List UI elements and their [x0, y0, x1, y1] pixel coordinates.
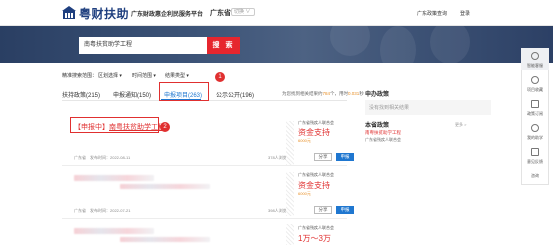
card-tag: 广东省残疾人联合会: [298, 120, 334, 125]
filter-time[interactable]: 时间范围 ▾: [132, 72, 156, 79]
clock-icon[interactable]: [531, 76, 539, 84]
policy-query-link[interactable]: 广东政策查询: [417, 10, 447, 17]
card-tag: 广东省残疾人联合会: [298, 172, 334, 177]
banner-decoration: [330, 26, 370, 56]
card-heading: 1万～3万: [298, 234, 331, 243]
settings-icon[interactable]: [531, 124, 539, 132]
logo-text[interactable]: 粤财扶助: [79, 5, 129, 22]
panel-title-local: 本省政策: [365, 123, 390, 129]
side-rail-label[interactable]: 意见反馈: [521, 159, 549, 165]
result-divider: [62, 165, 347, 166]
login-link[interactable]: 登录: [460, 10, 470, 17]
side-rail-label[interactable]: 咨询: [521, 173, 549, 179]
side-rail-label[interactable]: 智能客服: [521, 63, 549, 69]
result-dept: 广东省: [74, 208, 86, 213]
side-rail-label[interactable]: 政策订阅: [521, 111, 549, 117]
result-divider: [62, 218, 347, 219]
card-pattern: [286, 121, 294, 165]
province-label: 广东省: [210, 10, 231, 17]
result-dept: 广东省: [74, 155, 86, 160]
tab-policies[interactable]: 扶持政策(215): [62, 90, 100, 99]
blurred-title: [74, 228, 154, 234]
banner-decoration: [380, 26, 416, 63]
card-pattern: [286, 172, 294, 216]
filter-region[interactable]: 区划选择 ▾: [98, 72, 122, 79]
policy-dept: 广东省残疾人联合会: [365, 137, 401, 142]
card-heading: 资金支持: [298, 128, 330, 137]
result-date: 发布时间：2022-07-21: [90, 208, 131, 213]
customer-service-icon[interactable]: [531, 52, 539, 60]
card-amount: 6000元: [298, 138, 311, 143]
blurred-text: [120, 184, 210, 189]
apply-button[interactable]: 申报: [336, 206, 354, 214]
card-tag: 广东省残疾人联合会: [298, 225, 334, 230]
step-badge-2: 2: [160, 122, 170, 132]
share-button[interactable]: 分享: [314, 206, 332, 214]
panel-title-applied: 申办政策: [365, 92, 390, 98]
card-pattern: [286, 224, 294, 245]
result-stats: 为您找到相关结果约784个，用时0.031秒: [282, 91, 364, 96]
highlight-box-result: [70, 117, 159, 133]
region-select[interactable]: 切换 ∨: [231, 8, 255, 16]
blurred-title: [74, 175, 154, 181]
tab-publicity[interactable]: 公示公开(196): [216, 90, 254, 99]
result-views: 378人浏览: [268, 155, 287, 160]
policy-link[interactable]: 南粤扶贫助学工程: [365, 130, 401, 136]
side-rail-label[interactable]: 我的助学: [521, 135, 549, 141]
filter-label: 精准搜索范围：: [62, 73, 98, 79]
side-rail-label[interactable]: 项目收藏: [521, 87, 549, 93]
search-button[interactable]: 搜 索: [207, 37, 240, 54]
banner-decoration: [430, 26, 470, 63]
card-amount: 6000元: [298, 191, 311, 196]
panel-empty-text: 没有找到相关结果: [369, 105, 410, 111]
logo-icon: [62, 6, 76, 19]
filter-type[interactable]: 结果类型 ▾: [165, 72, 189, 79]
step-badge-1: 1: [215, 72, 225, 82]
platform-name: 广东财政惠企利民服务平台: [131, 12, 204, 18]
shield-icon[interactable]: [531, 100, 539, 108]
share-button[interactable]: 分享: [314, 153, 332, 161]
highlight-box-tab: [159, 82, 209, 101]
tab-notices[interactable]: 申报通知(150): [113, 90, 151, 99]
blurred-text: [120, 237, 210, 242]
apply-button[interactable]: 申报: [336, 153, 354, 161]
card-heading: 资金支持: [298, 181, 330, 190]
more-link[interactable]: 更多 >: [455, 122, 466, 128]
feedback-icon[interactable]: [531, 148, 539, 156]
result-views: 398人浏览: [268, 208, 287, 213]
result-date: 发布时间：2022-08-11: [90, 155, 131, 160]
search-input[interactable]: 南粤扶贫助学工程: [79, 37, 207, 54]
